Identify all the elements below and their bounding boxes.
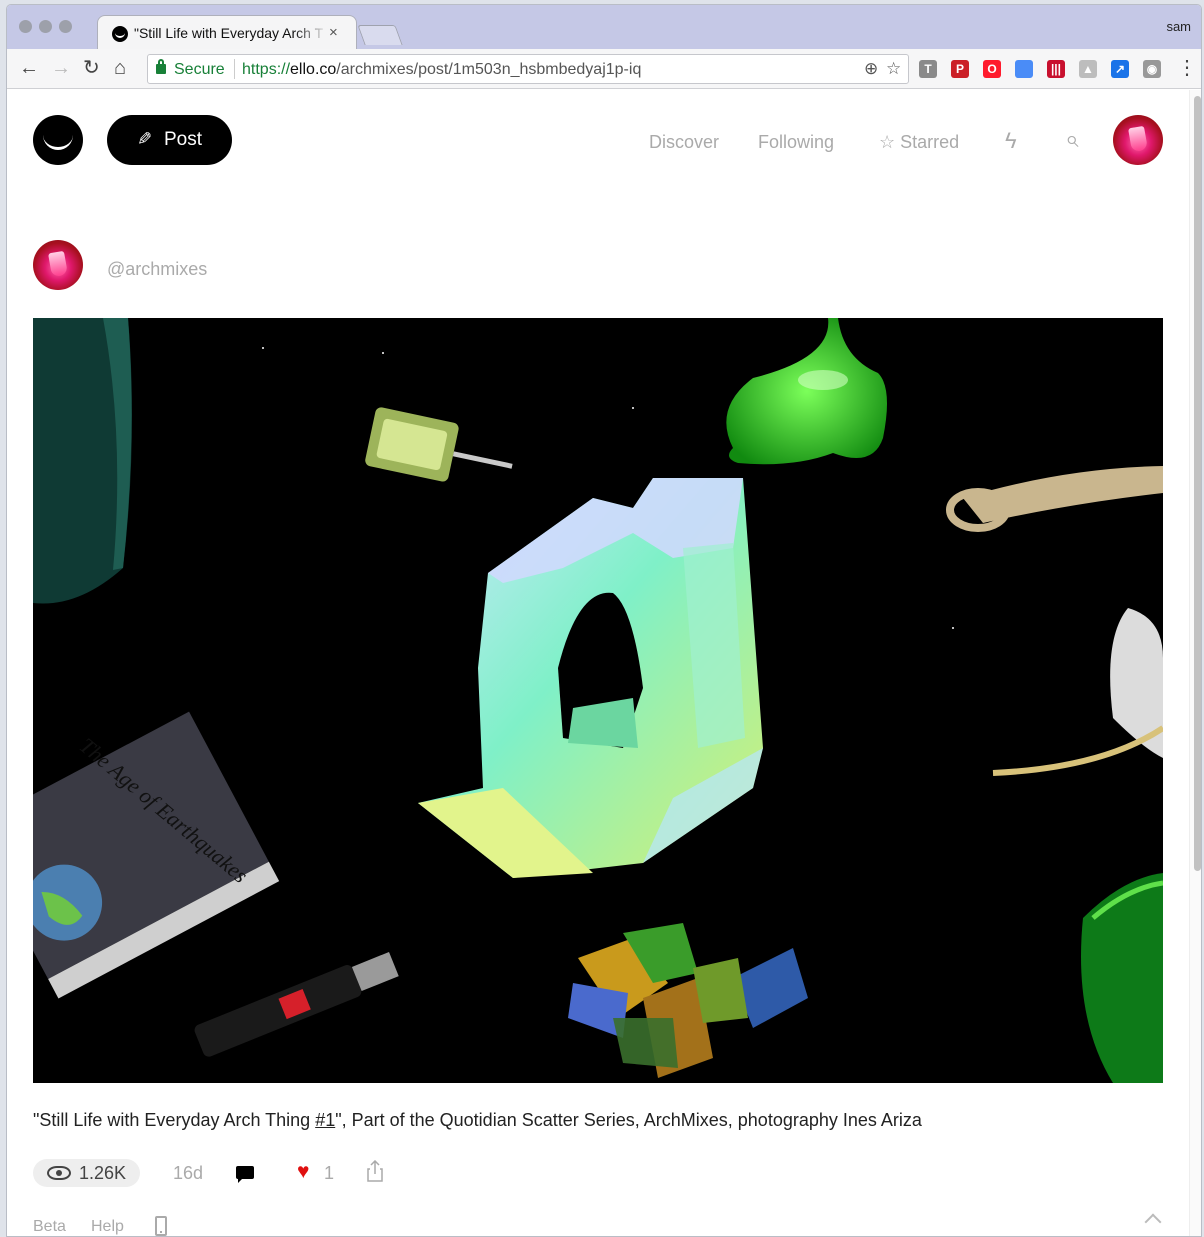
views-badge: 1.26K: [33, 1159, 140, 1187]
scrollbar-thumb[interactable]: [1194, 96, 1201, 871]
forward-icon[interactable]: →: [51, 57, 71, 79]
browser-window: "Still Life with Everyday Arch Thing #1"…: [6, 4, 1202, 1237]
mobile-app-icon[interactable]: [155, 1216, 167, 1236]
browser-toolbar: ← → ↻ ⌂ Secure https://ello.co/archmixes…: [7, 49, 1201, 89]
post-image[interactable]: The Age of Earthquakes: [33, 318, 1163, 1083]
camera-icon[interactable]: ◉: [1143, 60, 1161, 78]
bookmark-star-icon[interactable]: ☆: [886, 59, 901, 79]
zoom-icon[interactable]: ⊕: [864, 59, 878, 79]
back-icon[interactable]: ←: [19, 57, 39, 79]
reload-icon[interactable]: ↻: [83, 57, 100, 79]
author-username[interactable]: @archmixes: [107, 259, 207, 280]
lock-icon: [156, 59, 166, 74]
post-button-label: Post: [164, 129, 203, 150]
search-icon[interactable]: ⌕: [1065, 126, 1078, 154]
still-life-photo: The Age of Earthquakes: [33, 318, 1163, 1083]
title-bar: "Still Life with Everyday Arch Thing #1"…: [7, 5, 1201, 50]
secure-label: Secure: [174, 61, 225, 78]
nav-discover[interactable]: Discover: [649, 132, 719, 153]
docs-icon[interactable]: [1015, 60, 1033, 78]
pencil-icon: ✎: [137, 129, 153, 149]
heart-icon[interactable]: ♥: [297, 1160, 309, 1184]
home-icon[interactable]: ⌂: [114, 57, 126, 79]
browser-tab[interactable]: "Still Life with Everyday Arch Thing #1"…: [97, 15, 357, 50]
address-bar[interactable]: Secure https://ello.co/archmixes/post/1m…: [147, 54, 909, 84]
nav-starred[interactable]: ☆ Starred: [879, 132, 959, 153]
post-button[interactable]: ✎ Post: [107, 115, 232, 165]
hashtag-link[interactable]: #1: [315, 1110, 335, 1130]
current-user-avatar[interactable]: [1113, 115, 1163, 165]
beta-link[interactable]: Beta: [33, 1218, 66, 1236]
browser-menu-icon[interactable]: ⋮: [1177, 57, 1197, 79]
minimize-window-button[interactable]: [39, 20, 52, 33]
eye-icon: [47, 1166, 71, 1180]
screenshot-extension-icon[interactable]: ↗: [1111, 60, 1129, 78]
share-icon[interactable]: [367, 1160, 383, 1182]
love-count: 1: [324, 1163, 335, 1183]
views-count: 1.26K: [79, 1163, 127, 1183]
author-avatar[interactable]: [33, 240, 83, 290]
post-caption: "Still Life with Everyday Arch Thing #1"…: [33, 1110, 922, 1130]
opera-icon[interactable]: O: [983, 60, 1001, 78]
help-link[interactable]: Help: [91, 1218, 124, 1236]
new-tab-button[interactable]: [357, 25, 403, 45]
page-content: ✎ Post Discover Following ☆ Starred ϟ ⌕ …: [7, 90, 1189, 1236]
close-window-button[interactable]: [19, 20, 32, 33]
scroll-to-top-icon[interactable]: [1144, 1213, 1162, 1231]
pinterest-icon[interactable]: P: [951, 60, 969, 78]
notifications-icon[interactable]: ϟ: [1005, 128, 1017, 154]
zoom-window-button[interactable]: [59, 20, 72, 33]
nav-following[interactable]: Following: [758, 132, 834, 153]
page-scrollbar[interactable]: [1189, 90, 1201, 1236]
post-timestamp[interactable]: 16d: [173, 1163, 203, 1184]
ello-logo-icon[interactable]: [33, 115, 83, 165]
tab-close-icon[interactable]: ×: [329, 24, 338, 41]
url-text[interactable]: https://ello.co/archmixes/post/1m503n_hs…: [242, 61, 641, 79]
drive-icon[interactable]: ▲: [1079, 60, 1097, 78]
ello-favicon-icon: [112, 26, 128, 42]
profile-name[interactable]: sam: [1166, 19, 1191, 34]
text-extension-icon[interactable]: T: [919, 60, 937, 78]
comment-icon[interactable]: [236, 1166, 254, 1183]
bars-extension-icon[interactable]: |||: [1047, 60, 1065, 78]
